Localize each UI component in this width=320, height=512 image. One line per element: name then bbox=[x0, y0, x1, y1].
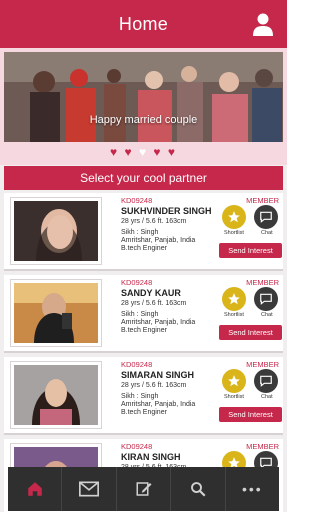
profile-id: KD09248 bbox=[121, 360, 153, 369]
send-interest-button[interactable]: Send Interest bbox=[219, 325, 282, 340]
profile-education: B.tech Enginer bbox=[121, 409, 167, 416]
profile-meta: 28 yrs / 5.6 ft. 163cm bbox=[121, 382, 187, 389]
send-interest-button[interactable]: Send Interest bbox=[219, 243, 282, 258]
profile-education: B.tech Enginer bbox=[121, 327, 167, 334]
star-icon bbox=[228, 375, 240, 387]
heart-icon[interactable]: ♥ bbox=[139, 145, 148, 159]
profile-religion: Sikh : Singh bbox=[121, 229, 159, 236]
chat-button[interactable] bbox=[254, 205, 278, 229]
chat-icon bbox=[260, 211, 272, 223]
nav-home[interactable] bbox=[8, 467, 63, 511]
profile-id: KD09248 bbox=[121, 442, 153, 451]
shortlist-label: Shortlist bbox=[224, 312, 244, 318]
profile-education: B.tech Enginer bbox=[121, 245, 167, 252]
shortlist-label: Shortlist bbox=[224, 394, 244, 400]
profile-photo bbox=[14, 201, 98, 261]
profile-card[interactable]: KD09248 MEMBER SANDY KAUR 28 yrs / 5.6 f… bbox=[4, 275, 283, 353]
section-title: Select your cool partner bbox=[4, 166, 283, 190]
chat-button[interactable] bbox=[254, 287, 278, 311]
member-badge: MEMBER bbox=[246, 196, 279, 205]
bottom-navigation: ••• bbox=[8, 467, 279, 511]
profile-name[interactable]: SANDY KAUR bbox=[121, 288, 181, 298]
nav-search[interactable] bbox=[171, 467, 226, 511]
star-icon bbox=[228, 293, 240, 305]
home-icon bbox=[27, 482, 42, 496]
profile-id: KD09248 bbox=[121, 196, 153, 205]
chat-button[interactable] bbox=[254, 369, 278, 393]
profile-location: Amritshar, Panjab, India bbox=[121, 401, 196, 408]
page-title: Home bbox=[118, 13, 169, 34]
star-icon bbox=[228, 211, 240, 223]
edit-icon bbox=[136, 482, 152, 496]
profile-location: Amritshar, Panjab, India bbox=[121, 319, 196, 326]
chat-label: Chat bbox=[261, 312, 273, 318]
shortlist-button[interactable] bbox=[222, 205, 246, 229]
send-interest-button[interactable]: Send Interest bbox=[219, 407, 282, 422]
profile-name[interactable]: SIMARAN SINGH bbox=[121, 370, 194, 380]
profile-name[interactable]: SUKHVINDER SINGH bbox=[121, 206, 212, 216]
member-badge: MEMBER bbox=[246, 442, 279, 451]
profile-meta: 28 yrs / 5.6 ft. 163cm bbox=[121, 300, 187, 307]
chat-label: Chat bbox=[261, 394, 273, 400]
profile-religion: Sikh : Singh bbox=[121, 311, 159, 318]
profile-religion: Sikh : Singh bbox=[121, 393, 159, 400]
nav-more[interactable]: ••• bbox=[226, 467, 279, 511]
profile-photo bbox=[14, 283, 98, 343]
profile-photo-frame bbox=[10, 361, 102, 429]
shortlist-label: Shortlist bbox=[224, 230, 244, 236]
member-badge: MEMBER bbox=[246, 360, 279, 369]
heart-icon[interactable]: ♥ bbox=[110, 145, 119, 159]
heart-icon[interactable]: ♥ bbox=[168, 145, 177, 159]
nav-edit[interactable] bbox=[117, 467, 172, 511]
banner-hearts: ♥ ♥ ♥ ♥ ♥ bbox=[0, 145, 287, 159]
header-bar: Home bbox=[0, 0, 287, 48]
shortlist-button[interactable] bbox=[222, 369, 246, 393]
chat-icon bbox=[260, 293, 272, 305]
member-badge: MEMBER bbox=[246, 278, 279, 287]
mail-icon bbox=[79, 481, 100, 497]
profile-photo-frame bbox=[10, 197, 102, 265]
more-icon: ••• bbox=[241, 481, 263, 497]
wedding-photo: Happy married couple bbox=[4, 52, 283, 142]
profile-card[interactable]: KD09248 MEMBER SUKHVINDER SINGH 28 yrs /… bbox=[4, 193, 283, 271]
profile-meta: 28 yrs / 5.6 ft. 163cm bbox=[121, 218, 187, 225]
chat-label: Chat bbox=[261, 230, 273, 236]
heart-icon[interactable]: ♥ bbox=[153, 145, 162, 159]
profile-card[interactable]: KD09248 MEMBER SIMARAN SINGH 28 yrs / 5.… bbox=[4, 357, 283, 435]
banner: Happy married couple ♥ ♥ ♥ ♥ ♥ bbox=[0, 48, 287, 165]
search-icon bbox=[190, 482, 206, 497]
app-root: Home Happy married couple ♥ ♥ ♥ ♥ ♥ Sele… bbox=[0, 0, 287, 512]
profile-name[interactable]: KIRAN SINGH bbox=[121, 452, 181, 462]
shortlist-button[interactable] bbox=[222, 287, 246, 311]
profile-photo-frame bbox=[10, 279, 102, 347]
profile-list: KD09248 MEMBER SUKHVINDER SINGH 28 yrs /… bbox=[4, 193, 283, 512]
profile-photo bbox=[14, 365, 98, 425]
user-icon[interactable] bbox=[249, 10, 277, 38]
profile-location: Amritshar, Panjab, India bbox=[121, 237, 196, 244]
profile-id: KD09248 bbox=[121, 278, 153, 287]
banner-caption: Happy married couple bbox=[89, 114, 198, 126]
chat-icon bbox=[260, 375, 272, 387]
heart-icon[interactable]: ♥ bbox=[124, 145, 133, 159]
nav-mail[interactable] bbox=[62, 467, 117, 511]
